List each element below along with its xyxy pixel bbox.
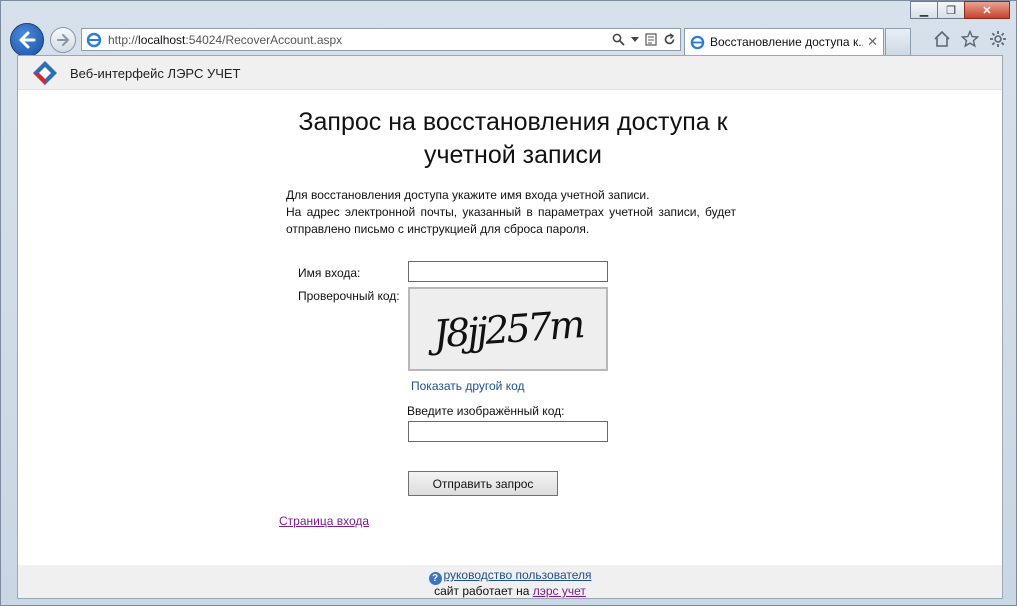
submit-request-button[interactable]: Отправить запрос: [408, 471, 558, 496]
browser-tab[interactable]: Восстановление доступа к... ✕: [684, 28, 884, 55]
login-input[interactable]: [408, 261, 608, 282]
captcha-label: Проверочный код:: [298, 289, 400, 303]
captcha-image: J8jj257m: [408, 287, 608, 371]
lers-logo-icon: [33, 61, 57, 85]
compatibility-view-icon[interactable]: [645, 33, 657, 46]
home-button[interactable]: [932, 29, 952, 49]
star-icon: [961, 30, 979, 48]
window-controls: ▁ ❐ ✕: [910, 1, 1010, 19]
powered-by-link[interactable]: лэрс учет: [533, 584, 586, 598]
intro-line-1: Для восстановления доступа укажите имя в…: [286, 188, 650, 202]
search-icon[interactable]: [612, 33, 625, 46]
back-arrow-icon: [19, 31, 36, 49]
dropdown-icon[interactable]: [631, 36, 639, 43]
maximize-button[interactable]: ❐: [937, 1, 965, 19]
page-title: Запрос на восстановления доступа к учетн…: [298, 108, 728, 169]
login-label: Имя входа:: [298, 266, 361, 280]
intro-text: Для восстановления доступа укажите имя в…: [286, 187, 736, 238]
new-tab-button[interactable]: [885, 28, 911, 55]
back-button[interactable]: [10, 23, 44, 57]
browser-window: ▁ ❐ ✕ http://localhost:54024/RecoverAcco…: [0, 0, 1017, 606]
app-title: Веб-интерфейс ЛЭРС УЧЕТ: [70, 66, 241, 81]
close-window-button[interactable]: ✕: [964, 1, 1010, 19]
login-page-link[interactable]: Страница входа: [279, 514, 369, 528]
forward-button[interactable]: [50, 27, 76, 53]
minimize-button[interactable]: ▁: [910, 1, 938, 19]
gear-icon: [990, 31, 1006, 47]
captcha-code-label: Введите изображённый код:: [407, 404, 565, 418]
page-footer: ? руководство пользователя сайт работает …: [18, 565, 1002, 598]
captcha-svg: J8jj257m: [425, 302, 584, 357]
ie-logo-icon: [690, 35, 705, 49]
refresh-captcha-link[interactable]: Показать другой код: [411, 379, 525, 393]
intro-line-2: На адрес электронной почты, указанный в …: [286, 205, 736, 236]
captcha-text: J8jj257m: [425, 302, 584, 357]
page-viewport: Веб-интерфейс ЛЭРС УЧЕТ Запрос на восста…: [17, 55, 1003, 599]
footer-manual-line: ? руководство пользователя: [18, 568, 1002, 585]
favorites-button[interactable]: [960, 29, 980, 49]
tab-close-icon[interactable]: ✕: [867, 34, 878, 50]
address-url[interactable]: http://localhost:54024/RecoverAccount.as…: [108, 33, 612, 47]
address-tools: [612, 33, 676, 46]
user-manual-link[interactable]: руководство пользователя: [444, 568, 592, 582]
footer-powered-line: сайт работает на лэрс учет: [18, 584, 1002, 598]
forward-arrow-icon: [57, 34, 69, 46]
address-bar[interactable]: http://localhost:54024/RecoverAccount.as…: [81, 28, 681, 51]
app-header: Веб-интерфейс ЛЭРС УЧЕТ: [18, 56, 1002, 90]
tab-title: Восстановление доступа к...: [710, 35, 864, 49]
refresh-icon[interactable]: [663, 33, 676, 46]
powered-by-text: сайт работает на: [434, 584, 530, 598]
home-icon: [934, 30, 950, 47]
ie-logo-icon: [86, 32, 102, 47]
tools-button[interactable]: [988, 29, 1008, 49]
browser-toolbar-icons: [932, 29, 1008, 49]
captcha-code-input[interactable]: [408, 421, 608, 442]
